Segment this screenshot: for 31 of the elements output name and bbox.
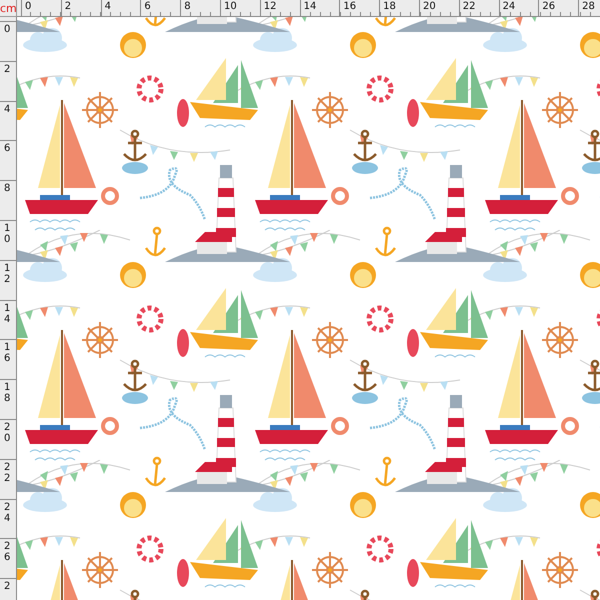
ruler-number: 0 xyxy=(4,24,10,35)
ruler-number: 8 xyxy=(4,183,10,194)
ruler-number: 4 xyxy=(4,104,10,115)
ruler-number: 18 xyxy=(379,0,419,16)
ruler-number: 20 xyxy=(4,422,10,444)
ruler-number: 26 xyxy=(4,541,10,564)
ruler-number: 0 xyxy=(21,0,61,16)
ruler-number: 6 xyxy=(140,0,180,16)
ruler-number: 14 xyxy=(4,302,10,325)
ruler-number: 2 xyxy=(4,64,10,75)
ruler-number: 14 xyxy=(300,0,340,16)
ruler-number: 10 xyxy=(220,0,260,16)
ruler-number: 16 xyxy=(339,0,380,16)
ruler-number: 6 xyxy=(4,143,10,154)
ruler-number: 2 xyxy=(60,0,101,16)
ruler-number: 10 xyxy=(4,222,10,245)
ruler-number: 12 xyxy=(4,262,10,285)
ruler-number: 8 xyxy=(180,0,220,16)
ruler-number: 16 xyxy=(4,342,10,364)
ruler-number: 4 xyxy=(100,0,140,16)
ruler-number: 22 xyxy=(458,0,499,16)
ruler-number: 20 xyxy=(418,0,459,16)
ruler-number: 18 xyxy=(4,382,10,404)
ruler-number: 24 xyxy=(4,502,10,524)
ruler-number: 12 xyxy=(260,0,300,16)
ruler-number: 22 xyxy=(4,462,10,484)
ruler-number: 26 xyxy=(538,0,578,16)
ruler-number: 24 xyxy=(498,0,538,16)
ruler-number: 28 xyxy=(578,0,600,16)
ruler-number: 2 xyxy=(4,581,10,592)
unit-label: cm xyxy=(0,0,17,17)
